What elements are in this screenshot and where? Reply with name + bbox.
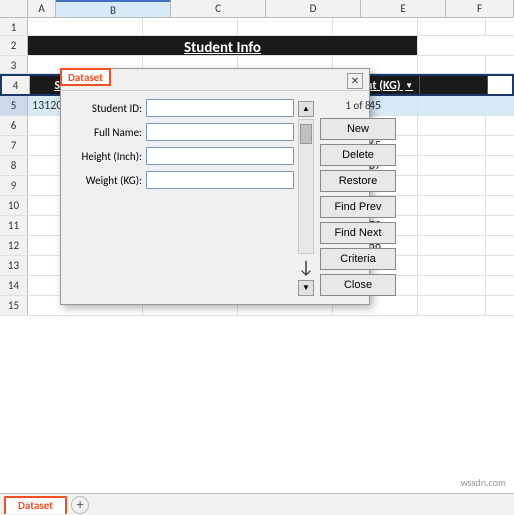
- col-header-f[interactable]: F: [446, 0, 514, 17]
- cell[interactable]: [418, 156, 486, 175]
- col-header-c[interactable]: C: [171, 0, 266, 17]
- dialog-scrollbar[interactable]: ▲ ↓ ▼: [298, 99, 314, 296]
- dataset-dialog: Dataset ? ✕ Student ID: Full Name:: [60, 68, 370, 305]
- title-cell[interactable]: Student Info: [28, 36, 418, 55]
- row-num: 1: [0, 18, 28, 35]
- student-id-row: Student ID:: [67, 99, 294, 117]
- full-name-row: Full Name:: [67, 123, 294, 141]
- delete-button[interactable]: Delete: [320, 144, 396, 166]
- full-name-label: Full Name:: [67, 126, 142, 139]
- student-id-input[interactable]: [146, 99, 294, 117]
- add-sheet-button[interactable]: +: [71, 496, 89, 514]
- scroll-arrow-down[interactable]: ↓: [298, 256, 314, 278]
- cell[interactable]: [418, 196, 486, 215]
- cell[interactable]: [418, 136, 486, 155]
- cell[interactable]: [418, 116, 486, 135]
- close-button[interactable]: Close: [320, 274, 396, 296]
- scroll-down-btn[interactable]: ▼: [298, 280, 314, 296]
- new-button[interactable]: New: [320, 118, 396, 140]
- weight-input[interactable]: [146, 171, 294, 189]
- row-num: 7: [0, 136, 28, 155]
- row-num: 6: [0, 116, 28, 135]
- full-name-input[interactable]: [146, 123, 294, 141]
- weight-label: Weight (KG):: [67, 174, 142, 187]
- tab-bar: Dataset +: [0, 493, 514, 515]
- row-num: 14: [0, 276, 28, 295]
- title-row[interactable]: 2 Student Info: [0, 36, 514, 56]
- scroll-track[interactable]: [298, 119, 314, 254]
- scroll-up-btn[interactable]: ▲: [298, 101, 314, 117]
- height-input[interactable]: [146, 147, 294, 165]
- row-num: 12: [0, 236, 28, 255]
- row-num: 10: [0, 196, 28, 215]
- cell[interactable]: [418, 276, 486, 295]
- row-num: 2: [0, 36, 28, 55]
- cell[interactable]: [418, 256, 486, 275]
- find-next-button[interactable]: Find Next: [320, 222, 396, 244]
- sheet-tab-dataset[interactable]: Dataset: [4, 496, 67, 514]
- row-num: 11: [0, 216, 28, 235]
- cell[interactable]: [418, 56, 486, 73]
- filter-icon[interactable]: ▼: [405, 81, 413, 91]
- spreadsheet: A B C D E F 1 2 Student Info 3: [0, 0, 514, 515]
- corner-cell: [0, 0, 28, 17]
- col-header-e[interactable]: E: [361, 0, 446, 17]
- row-num: 15: [0, 296, 28, 315]
- dialog-body: Student ID: Full Name: Height (Inch): We…: [61, 91, 369, 304]
- col-header-b[interactable]: B: [56, 0, 171, 17]
- dialog-actions: 1 of 8 New Delete Restore Find Prev Find…: [320, 99, 396, 296]
- restore-button[interactable]: Restore: [320, 170, 396, 192]
- column-headers: A B C D E F: [0, 0, 514, 18]
- row-num: 3: [0, 56, 28, 73]
- row-num: 9: [0, 176, 28, 195]
- col-header-a[interactable]: A: [28, 0, 56, 17]
- student-id-label: Student ID:: [67, 102, 142, 115]
- cell[interactable]: [418, 96, 486, 115]
- cell[interactable]: [418, 176, 486, 195]
- watermark: wsxdn.com: [461, 476, 506, 489]
- dialog-title-badge: Dataset: [60, 68, 111, 86]
- cell[interactable]: [418, 296, 486, 315]
- height-label: Height (Inch):: [67, 150, 142, 163]
- row-num: 8: [0, 156, 28, 175]
- cell[interactable]: [418, 236, 486, 255]
- find-prev-button[interactable]: Find Prev: [320, 196, 396, 218]
- table-row[interactable]: 1: [0, 18, 514, 36]
- row-num: 5: [0, 96, 28, 115]
- cell[interactable]: [238, 18, 333, 35]
- col-header-d[interactable]: D: [266, 0, 361, 17]
- scroll-thumb[interactable]: [300, 124, 312, 144]
- record-info: 1 of 8: [320, 99, 396, 112]
- header-cell-empty[interactable]: [420, 76, 488, 94]
- cell[interactable]: [28, 18, 143, 35]
- height-row: Height (Inch):: [67, 147, 294, 165]
- cell[interactable]: [143, 18, 238, 35]
- dialog-form: Student ID: Full Name: Height (Inch): We…: [67, 99, 294, 296]
- close-icon[interactable]: ✕: [347, 73, 363, 89]
- cell[interactable]: [418, 18, 486, 35]
- cell[interactable]: [418, 216, 486, 235]
- dialog-controls: ✕: [347, 73, 363, 89]
- row-num: 13: [0, 256, 28, 275]
- weight-row: Weight (KG):: [67, 171, 294, 189]
- cell[interactable]: [333, 18, 418, 35]
- criteria-button[interactable]: Criteria: [320, 248, 396, 270]
- row-num: 4: [2, 76, 30, 94]
